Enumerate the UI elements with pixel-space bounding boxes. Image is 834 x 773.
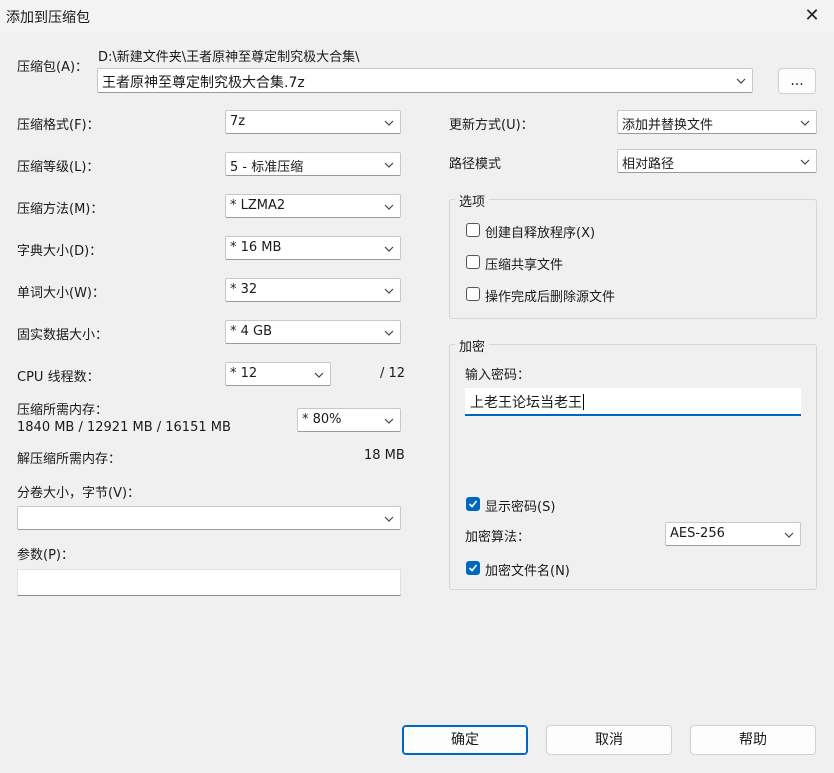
password-label: 输入密码： (465, 368, 531, 383)
method-combo[interactable]: * LZMA2 (225, 194, 401, 218)
chevron-down-icon (383, 117, 395, 129)
method-label: 压缩方法(M)： (17, 202, 104, 217)
chevron-down-icon (799, 117, 811, 129)
cpu-threads-value: * 12 (230, 366, 258, 381)
cpu-threads-label: CPU 线程数： (17, 370, 100, 385)
solid-block-label: 固实数据大小： (17, 328, 109, 343)
shared-files-label: 压缩共享文件 (485, 258, 564, 273)
format-label: 压缩格式(F)： (17, 118, 100, 133)
encrypt-names-label: 加密文件名(N) (485, 564, 570, 579)
chevron-down-icon (783, 529, 795, 541)
close-icon[interactable]: ✕ (800, 4, 824, 28)
help-button[interactable]: 帮助 (690, 725, 816, 755)
chevron-down-icon (799, 156, 811, 168)
parameters-label: 参数(P)： (17, 548, 74, 563)
format-value: 7z (230, 114, 246, 129)
encryption-method-combo[interactable]: AES-256 (665, 522, 801, 546)
password-value: 上老王论坛当老王 (470, 394, 584, 411)
chevron-down-icon (383, 415, 395, 427)
chevron-down-icon (383, 201, 395, 213)
options-group-title: 选项 (455, 191, 490, 210)
cancel-button[interactable]: 取消 (546, 725, 672, 755)
chevron-down-icon (735, 75, 747, 87)
memory-percent-value: * 80% (302, 412, 342, 427)
chevron-down-icon (383, 513, 395, 525)
chevron-down-icon (383, 327, 395, 339)
sfx-label: 创建自释放程序(X) (485, 226, 596, 241)
update-mode-label: 更新方式(U)： (449, 118, 534, 133)
browse-button[interactable]: ... (778, 68, 816, 94)
ok-button[interactable]: 确定 (402, 725, 528, 755)
title-bar (0, 0, 834, 32)
decompress-memory-value: 18 MB (364, 448, 405, 463)
archive-label: 压缩包(A)： (17, 60, 89, 75)
window-title: 添加到压缩包 (6, 10, 90, 26)
level-label: 压缩等级(L)： (17, 160, 100, 175)
encrypt-names-checkbox[interactable] (466, 561, 480, 575)
word-size-combo[interactable]: * 32 (225, 278, 401, 302)
password-input[interactable]: 上老王论坛当老王 (465, 388, 801, 416)
archive-name-combo[interactable]: 王者原神至尊定制究极大合集.7z (97, 68, 753, 93)
path-mode-combo[interactable]: 相对路径 (617, 149, 817, 173)
checkmark-icon (468, 500, 478, 508)
checkmark-icon (468, 564, 478, 572)
solid-block-value: * 4 GB (230, 324, 273, 339)
chevron-down-icon (383, 159, 395, 171)
delete-after-checkbox[interactable] (466, 287, 480, 301)
cpu-threads-combo[interactable]: * 12 (225, 362, 331, 386)
path-mode-label: 路径模式 (449, 157, 502, 172)
level-combo[interactable]: 5 - 标准压缩 (225, 152, 401, 176)
shared-files-checkbox[interactable] (466, 255, 480, 269)
delete-after-label: 操作完成后删除源文件 (485, 290, 616, 305)
show-password-checkbox[interactable] (466, 497, 480, 511)
update-mode-combo[interactable]: 添加并替换文件 (617, 110, 817, 134)
sfx-checkbox[interactable] (466, 223, 480, 237)
dictionary-label: 字典大小(D)： (17, 244, 103, 259)
decompress-memory-label: 解压缩所需内存： (17, 452, 122, 467)
memory-label: 压缩所需内存： (17, 403, 109, 418)
chevron-down-icon (383, 243, 395, 255)
split-volume-combo[interactable] (17, 506, 401, 530)
show-password-label: 显示密码(S) (485, 500, 556, 515)
archive-path: D:\新建文件夹\王者原神至尊定制究极大合集\ (98, 50, 360, 65)
word-size-value: * 32 (230, 282, 258, 297)
memory-detail: 1840 MB / 12921 MB / 16151 MB (17, 420, 231, 435)
memory-percent-combo[interactable]: * 80% (297, 408, 401, 432)
cpu-threads-total: / 12 (380, 366, 406, 381)
format-combo[interactable]: 7z (225, 110, 401, 134)
solid-block-combo[interactable]: * 4 GB (225, 320, 401, 344)
parameters-input[interactable] (17, 569, 401, 596)
update-mode-value: 添加并替换文件 (622, 118, 714, 133)
dictionary-value: * 16 MB (230, 240, 282, 255)
chevron-down-icon (313, 369, 325, 381)
method-value: * LZMA2 (230, 198, 286, 213)
encryption-group-title: 加密 (455, 336, 490, 355)
chevron-down-icon (383, 285, 395, 297)
encryption-method-label: 加密算法： (465, 530, 531, 545)
archive-name-value: 王者原神至尊定制究极大合集.7z (102, 75, 305, 91)
path-mode-value: 相对路径 (622, 157, 675, 172)
dictionary-combo[interactable]: * 16 MB (225, 236, 401, 260)
split-volume-label: 分卷大小，字节(V)： (17, 486, 141, 501)
level-value: 5 - 标准压缩 (230, 160, 304, 175)
encryption-method-value: AES-256 (670, 526, 725, 541)
word-size-label: 单词大小(W)： (17, 286, 105, 301)
